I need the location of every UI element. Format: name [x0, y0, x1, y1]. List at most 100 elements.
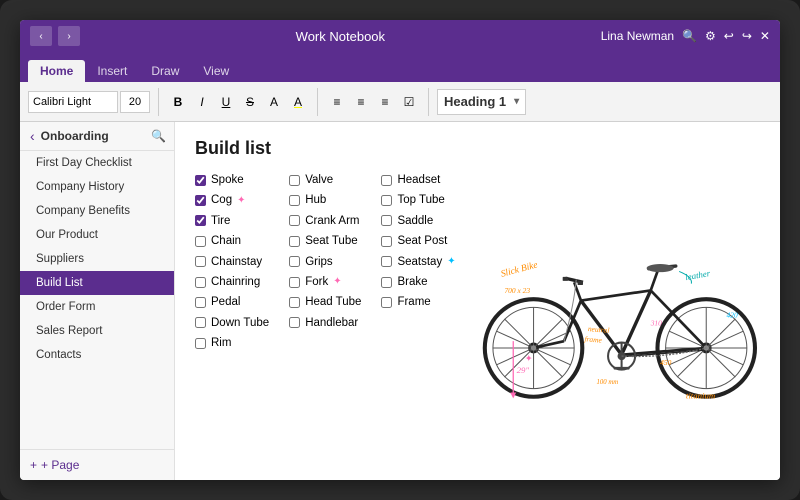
checkbox-handlebar[interactable] [289, 317, 300, 328]
checklist-col-2: Valve Hub Crank Arm [289, 171, 361, 464]
sidebar: ‹ Onboarding 🔍 First Day Checklist Compa… [20, 122, 175, 480]
bike-image-area: Slick Bike 700 x 23 29" ✦ neutra [476, 171, 760, 464]
svg-text:neutral: neutral [587, 324, 609, 335]
sidebar-item-order-form[interactable]: Order Form [20, 295, 174, 319]
checkbox-grips[interactable] [289, 256, 300, 267]
strikethrough-button[interactable]: S [239, 91, 261, 113]
bold-button[interactable]: B [167, 91, 189, 113]
close-icon[interactable]: ✕ [760, 29, 770, 43]
check-item-handlebar: Handlebar [289, 314, 361, 332]
sidebar-item-company-history[interactable]: Company History [20, 175, 174, 199]
checkbox-seat-post[interactable] [381, 236, 392, 247]
checkbox-tire[interactable] [195, 215, 206, 226]
checkbox-cog[interactable] [195, 195, 206, 206]
checkbox-top-tube[interactable] [381, 195, 392, 206]
sidebar-item-suppliers[interactable]: Suppliers [20, 247, 174, 271]
checkbox-seat-tube[interactable] [289, 236, 300, 247]
sidebar-item-contacts[interactable]: Contacts [20, 343, 174, 367]
search-icon[interactable]: 🔍 [682, 29, 697, 43]
check-item-chainring: Chainring [195, 273, 269, 291]
numbering-button[interactable]: ≡ [350, 91, 372, 113]
sidebar-item-sales-report[interactable]: Sales Report [20, 319, 174, 343]
bullets-button[interactable]: ≡ [326, 91, 348, 113]
sidebar-item-our-product[interactable]: Our Product [20, 223, 174, 247]
checkbox-spoke[interactable] [195, 175, 206, 186]
checkbox-chainstay[interactable] [195, 256, 206, 267]
forward-button[interactable]: › [58, 26, 80, 46]
sidebar-item-build-list[interactable]: Build List [20, 271, 174, 295]
tab-view[interactable]: View [191, 60, 241, 82]
sidebar-item-company-benefits[interactable]: Company Benefits [20, 199, 174, 223]
checkbox-frame[interactable] [381, 297, 392, 308]
checklist-section: Spoke Cog ✦ Tire [195, 171, 456, 464]
check-item-cog: Cog ✦ [195, 191, 269, 209]
check-item-headset: Headset [381, 171, 455, 189]
title-bar: ‹ › Work Notebook Lina Newman 🔍 ⚙ ↩ ↪ ✕ [20, 20, 780, 52]
font-name-input[interactable] [28, 91, 118, 113]
font-size-input[interactable] [120, 91, 150, 113]
check-item-seatstay: Seatstay ✦ [381, 253, 455, 271]
heading-label: Heading 1 [444, 94, 506, 109]
sidebar-back-button[interactable]: ‹ [28, 128, 37, 144]
checklist-col-1: Spoke Cog ✦ Tire [195, 171, 269, 464]
checkbox-valve[interactable] [289, 175, 300, 186]
check-item-crank-arm: Crank Arm [289, 212, 361, 230]
sidebar-item-first-day-checklist[interactable]: First Day Checklist [20, 151, 174, 175]
ribbon-content: B I U S A A ≡ ≡ ≡ ☑ Heading 1 ▾ [20, 82, 780, 122]
undo-icon[interactable]: ↩ [724, 29, 734, 43]
font-selector [28, 91, 150, 113]
checkbox-down-tube[interactable] [195, 317, 206, 328]
svg-text:titanium: titanium [686, 391, 715, 401]
sidebar-search-button[interactable]: 🔍 [151, 129, 166, 143]
svg-text:29": 29" [516, 365, 529, 375]
check-item-spoke: Spoke [195, 171, 269, 189]
fork-star: ✦ [333, 274, 341, 290]
checkbox-headset[interactable] [381, 175, 392, 186]
checkbox-button[interactable]: ☑ [398, 91, 420, 113]
checkbox-brake[interactable] [381, 277, 392, 288]
heading-selector[interactable]: Heading 1 ▾ [437, 89, 526, 115]
redo-icon[interactable]: ↪ [742, 29, 752, 43]
sidebar-header: ‹ Onboarding 🔍 [20, 122, 174, 151]
sidebar-notebook-name: Onboarding [41, 129, 147, 143]
cog-star: ✦ [237, 193, 245, 209]
notebook-title: Work Notebook [296, 29, 385, 44]
tab-draw[interactable]: Draw [139, 60, 191, 82]
seatstay-star: ✦ [447, 254, 455, 270]
check-item-valve: Valve [289, 171, 361, 189]
checkbox-crank-arm[interactable] [289, 215, 300, 226]
svg-text:100 mm: 100 mm [596, 379, 618, 386]
checkbox-chainring[interactable] [195, 277, 206, 288]
check-item-brake: Brake [381, 273, 455, 291]
format-buttons: B I U S A A [167, 91, 309, 113]
italic-button[interactable]: I [191, 91, 213, 113]
tab-insert[interactable]: Insert [85, 60, 139, 82]
checkbox-hub[interactable] [289, 195, 300, 206]
add-page-button[interactable]: + + Page [20, 449, 174, 480]
app-window: ‹ › Work Notebook Lina Newman 🔍 ⚙ ↩ ↪ ✕ … [20, 20, 780, 480]
title-bar-left: ‹ › [30, 26, 80, 46]
add-page-label: + Page [41, 458, 79, 472]
checkbox-saddle[interactable] [381, 215, 392, 226]
checkbox-pedal[interactable] [195, 297, 206, 308]
font-color-button[interactable]: A [287, 91, 309, 113]
checkbox-chain[interactable] [195, 236, 206, 247]
checkbox-fork[interactable] [289, 277, 300, 288]
checkbox-head-tube[interactable] [289, 297, 300, 308]
checkbox-seatstay[interactable] [381, 256, 392, 267]
page-title: Build list [195, 138, 760, 159]
check-item-fork: Fork ✦ [289, 273, 361, 291]
underline-button[interactable]: U [215, 91, 237, 113]
indent-button[interactable]: ≡ [374, 91, 396, 113]
device-frame: ‹ › Work Notebook Lina Newman 🔍 ⚙ ↩ ↪ ✕ … [0, 0, 800, 500]
tab-home[interactable]: Home [28, 60, 85, 82]
settings-icon[interactable]: ⚙ [705, 29, 716, 43]
check-item-tire: Tire [195, 212, 269, 230]
content-body: Spoke Cog ✦ Tire [195, 171, 760, 464]
back-button[interactable]: ‹ [30, 26, 52, 46]
check-item-chain: Chain [195, 232, 269, 250]
svg-text:450: 450 [660, 358, 671, 367]
highlight-button[interactable]: A [263, 91, 285, 113]
check-item-pedal: Pedal [195, 293, 269, 311]
checkbox-rim[interactable] [195, 338, 206, 349]
